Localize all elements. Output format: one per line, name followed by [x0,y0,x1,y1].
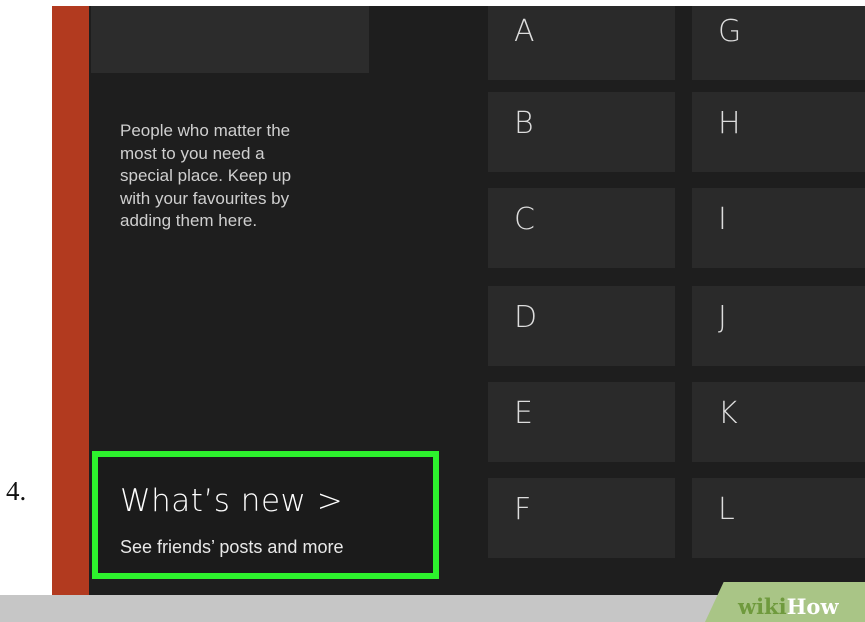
letter-tile-g[interactable]: G [692,6,865,80]
letter-tile-k[interactable]: K [692,382,865,462]
letter-label: J [718,300,727,335]
letter-label: F [514,492,532,527]
letter-tile-h[interactable]: H [692,92,865,172]
letter-tile-l[interactable]: L [692,478,865,558]
letter-tile-j[interactable]: J [692,286,865,366]
letter-tile-i[interactable]: I [692,188,865,268]
letter-label: H [718,106,741,141]
letter-label: L [718,492,735,527]
letter-label: K [718,396,738,431]
favourite-tile[interactable] [91,6,369,73]
letter-tile-a[interactable]: A [488,6,675,80]
whats-new-button[interactable]: What’s new > See friends’ posts and more [92,451,439,579]
watermark-wiki: wiki [738,594,787,619]
favourites-description: People who matter the most to you need a… [120,121,292,230]
letter-label: I [718,202,727,237]
wikihow-watermark: wikiHow [738,594,839,619]
letter-label: G [718,14,742,49]
letter-tile-c[interactable]: C [488,188,675,268]
letter-label: C [514,202,535,237]
letter-label: B [514,106,534,141]
whats-new-subtitle: See friends’ posts and more [120,537,344,557]
people-app-screen: People who matter the most to you need a… [52,6,865,601]
letter-label: A [514,14,535,49]
letter-tile-e[interactable]: E [488,382,675,462]
letter-tile-f[interactable]: F [488,478,675,558]
letter-tile-b[interactable]: B [488,92,675,172]
letter-tile-d[interactable]: D [488,286,675,366]
accent-bar [52,6,89,601]
whats-new-title: What’s new > [120,483,344,519]
letter-label: E [514,396,533,431]
step-number: 4. [6,476,27,506]
letter-label: D [514,300,538,335]
watermark-how: How [786,594,839,619]
